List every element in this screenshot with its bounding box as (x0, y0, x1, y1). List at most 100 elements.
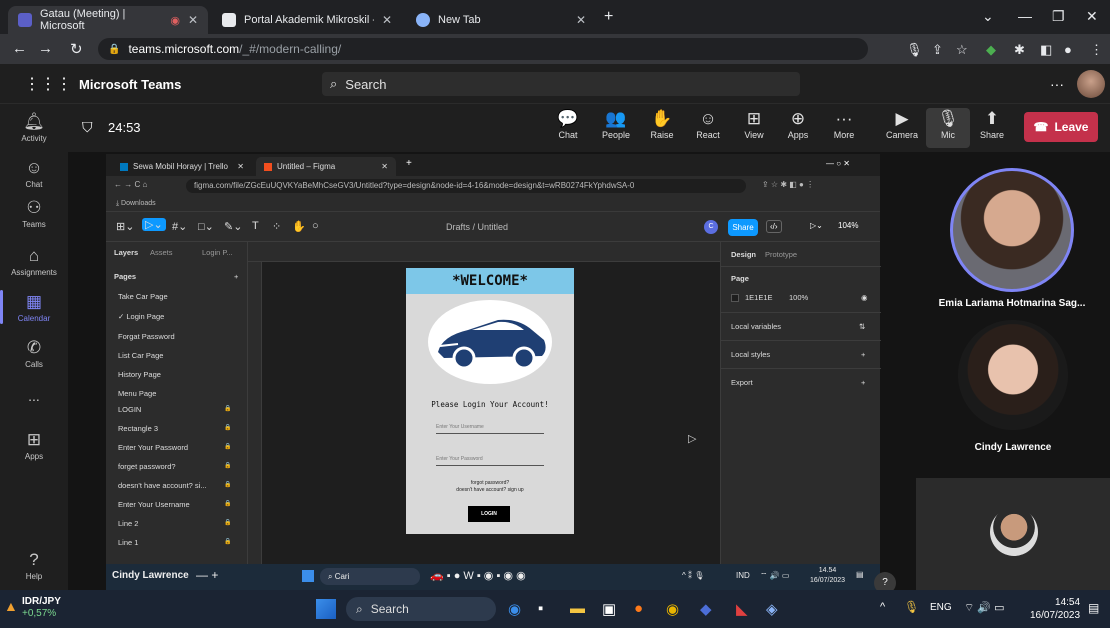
dev-mode-icon: ‹/› (766, 220, 782, 233)
task-view-icon[interactable]: ▪ (538, 600, 543, 617)
minimize-add-icons: — + (196, 568, 219, 582)
address-bar[interactable]: 🔒 teams.microsoft.com/_#/modern-calling/ (98, 38, 868, 60)
rail-item-chat[interactable]: ☺ Chat (0, 158, 68, 189)
close-tab-icon[interactable]: ✕ (576, 13, 586, 27)
shared-tab-label: Untitled – Figma (277, 162, 336, 171)
rail-label: Chat (25, 180, 43, 189)
browser-tab-newtab[interactable]: New Tab ✕ (406, 6, 596, 34)
shared-address-row: ← → C ⌂ figma.com/file/ZGcEuUQVKYaBeMhCs… (106, 176, 880, 196)
view-button[interactable]: ⊞ View (732, 108, 776, 140)
camera-button[interactable]: ▶ Camera (880, 108, 924, 140)
more-options-icon[interactable]: ··· (1050, 76, 1064, 92)
tray-expand-icon[interactable]: ^ (880, 601, 885, 613)
rail-label: Activity (21, 134, 47, 143)
apps-button[interactable]: ⊕ Apps (776, 108, 820, 140)
participant-name: Emia Lariama Hotmarina Sag... (938, 298, 1086, 309)
profile-icon[interactable]: ● (1064, 42, 1072, 57)
leave-button[interactable]: ☎ Leave (1024, 112, 1098, 142)
close-tab-icon[interactable]: ✕ (382, 13, 392, 27)
wifi-sound-battery-icons[interactable]: ⌔ 🔊 ▭ (964, 601, 1005, 615)
figma-file-title: Drafts / Untitled (446, 222, 509, 232)
new-tab-button[interactable]: + (604, 8, 613, 26)
close-window-icon[interactable]: ✕ (1086, 8, 1098, 25)
restore-icon[interactable]: ❐ (1052, 8, 1065, 25)
participant-avatar[interactable] (950, 168, 1074, 292)
firefox-icon[interactable]: ● (634, 600, 643, 617)
store-icon[interactable]: ▣ (602, 600, 616, 618)
raise-hand-icon: ✋ (651, 109, 673, 128)
reload-icon[interactable]: ↻ (70, 40, 83, 58)
browser-tab-portal[interactable]: Portal Akademik Mikroskil - Kartu ✕ (212, 6, 402, 34)
design-tab: Design (731, 250, 757, 259)
tab-search-icon[interactable]: ⌄ (982, 8, 994, 25)
sidepanel-icon[interactable]: ◧ (1040, 42, 1052, 58)
trello-favicon-icon (120, 162, 128, 171)
participant-avatar[interactable] (958, 320, 1068, 430)
search-icon: ⌕ (330, 76, 338, 91)
bookmark-star-icon[interactable]: ☆ (956, 42, 968, 58)
control-label: View (744, 130, 764, 140)
move-tool-icon: ▷⌄ (142, 218, 166, 231)
figma-layers-panel: Layers Assets Login P... Pages + Take Ca… (106, 242, 248, 590)
meeting-timer: 24:53 (108, 120, 141, 135)
more-icon: ... (28, 388, 40, 404)
mic-button[interactable]: 🎙 Mic (926, 108, 970, 148)
currency-ticker[interactable]: IDR/JPY +0,57% (22, 596, 61, 620)
system-clock[interactable]: 14:54 16/07/2023 (1030, 596, 1080, 622)
page-item: History Page (118, 370, 161, 379)
rail-item-activity[interactable]: 🔔︎ Activity (0, 112, 68, 143)
rail-item-calls[interactable]: ✆ Calls (0, 338, 68, 369)
file-explorer-icon[interactable]: ▬ (570, 600, 585, 617)
chrome-icon[interactable]: ◉ (666, 600, 679, 618)
windows-start-icon[interactable] (316, 599, 336, 619)
teams-app-icon[interactable]: ◆ (700, 600, 712, 618)
page-item: Menu Page (118, 389, 157, 398)
edge-icon[interactable]: ◉ (508, 600, 521, 618)
language-indicator[interactable]: ENG (930, 602, 952, 613)
apps-icon: ⊕ (790, 109, 806, 128)
mic-tray-icon[interactable]: 🎙 (904, 600, 919, 614)
back-icon[interactable]: ← (12, 40, 27, 57)
minimize-icon[interactable]: — (1018, 8, 1032, 24)
rail-item-apps[interactable]: ⊞ Apps (0, 430, 68, 461)
chat-button[interactable]: 💬 Chat (546, 108, 590, 140)
share-button[interactable]: ⬆ Share (970, 108, 1014, 140)
figma-toolbar: ⊞⌄ ▷⌄ #⌄ □⌄ ✎⌄ T ⁘ ✋ ○ Drafts / Untitled… (106, 212, 880, 242)
windows-taskbar: ▲ IDR/JPY +0,57% ⌕ Search ◉ ▪ ▬ ▣ ● ◉ ◆ … (0, 590, 1110, 628)
extensions-puzzle-icon[interactable]: ✱ (1014, 42, 1025, 58)
rail-item-assignments[interactable]: ⌂ Assignments (0, 246, 68, 277)
extension-icon[interactable]: ◆ (986, 42, 996, 58)
more-button[interactable]: ··· More (822, 108, 866, 140)
browser-tab-teams[interactable]: Gatau (Meeting) | Microsoft ◉ ✕ (8, 6, 208, 34)
rail-item-teams[interactable]: ⚇ Teams (0, 198, 68, 229)
react-button[interactable]: ☺ React (686, 108, 730, 140)
search-input[interactable]: ⌕ Search (322, 72, 800, 96)
rail-item-more[interactable]: ... (0, 388, 68, 404)
app-icon[interactable]: ◈ (766, 600, 778, 618)
app-launcher-icon[interactable]: ⋮⋮⋮ (24, 74, 72, 94)
notification-icon[interactable]: ▤ (1088, 601, 1099, 615)
mic-indicator-icon[interactable]: 🎙 (906, 42, 923, 58)
people-icon: 👥 (605, 109, 627, 128)
raise-hand-button[interactable]: ✋ Raise (640, 108, 684, 140)
forgot-password-link: forgot password? (470, 480, 510, 486)
tab-label: New Tab (438, 14, 481, 26)
rail-item-calendar[interactable]: ▦ Calendar (0, 290, 68, 324)
share-page-icon[interactable]: ⇪ (932, 42, 943, 58)
phone-icon: ✆ (26, 338, 42, 357)
taskbar-search[interactable]: ⌕ Search (346, 597, 496, 621)
close-tab-icon[interactable]: ✕ (188, 13, 198, 27)
avatar[interactable] (1077, 70, 1105, 98)
rail-label: Calls (25, 360, 43, 369)
acrobat-icon[interactable]: ◣ (736, 600, 748, 618)
search-icon: ⌕ (328, 572, 335, 581)
rail-item-help[interactable]: ? Help (0, 550, 68, 581)
shared-browser-tabs: Sewa Mobil Horayy | Trello ✕ Untitled – F… (106, 154, 880, 176)
variables-icon: ⇅ (859, 322, 866, 331)
people-button[interactable]: 👥 People (594, 108, 638, 140)
browser-menu-icon[interactable]: ⋮ (1090, 42, 1103, 58)
participant-tile[interactable] (916, 478, 1110, 590)
control-label: React (696, 130, 720, 140)
mic-icon: 🎙 (937, 109, 959, 128)
forward-icon[interactable]: → (38, 40, 53, 57)
